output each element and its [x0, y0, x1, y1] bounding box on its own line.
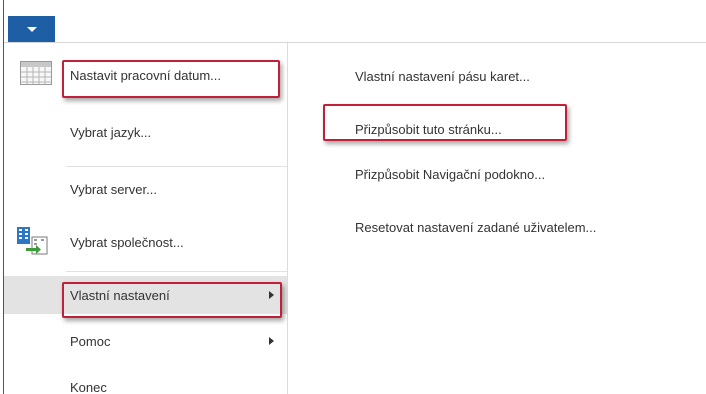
menu-item-help[interactable]: Pomoc [4, 323, 287, 359]
submenu-item-customize-navigation-pane[interactable]: Přizpůsobit Navigační podokno... [355, 167, 545, 182]
top-bar [4, 4, 706, 43]
menu-item-label: Konec [70, 379, 107, 394]
application-menu-button[interactable] [8, 16, 55, 42]
menu-item-set-work-date[interactable]: Nastavit pracovní datum... [4, 57, 287, 93]
menu-item-label: Vybrat server... [70, 181, 157, 197]
chevron-right-icon [269, 337, 274, 345]
menu-item-label: Vybrat společnost... [70, 234, 184, 250]
menu-item-select-company[interactable]: Vybrat společnost... [4, 223, 287, 261]
menu-separator [66, 166, 287, 167]
menu-separator [66, 271, 287, 272]
menu-item-select-server[interactable]: Vybrat server... [4, 171, 287, 207]
company-switch-icon [17, 227, 48, 255]
application-window: Nastavit pracovní datum... Vybrat jazyk.… [0, 0, 706, 394]
menu-item-label: Pomoc [70, 333, 111, 349]
calendar-icon [20, 61, 52, 85]
menu-item-exit[interactable]: Konec [4, 369, 287, 394]
caret-down-icon [26, 26, 37, 32]
menu-item-label: Vlastní nastavení [70, 287, 170, 303]
menu-item-label: Vybrat jazyk... [70, 124, 152, 140]
menu-item-label: Nastavit pracovní datum... [70, 67, 222, 83]
submenu-item-customize-ribbon[interactable]: Vlastní nastavení pásu karet... [355, 69, 530, 84]
application-menu-list: Nastavit pracovní datum... Vybrat jazyk.… [4, 43, 287, 394]
submenu-panel: Vlastní nastavení pásu karet... Přizpůso… [288, 43, 706, 394]
chevron-right-icon [269, 291, 274, 299]
submenu-item-customize-page[interactable]: Přizpůsobit tuto stránku... [355, 122, 502, 137]
submenu-item-reset-personalization[interactable]: Resetovat nastavení zadané uživatelem... [355, 220, 596, 235]
menu-item-personalization[interactable]: Vlastní nastavení [4, 276, 287, 314]
menu-item-select-language[interactable]: Vybrat jazyk... [4, 113, 287, 151]
